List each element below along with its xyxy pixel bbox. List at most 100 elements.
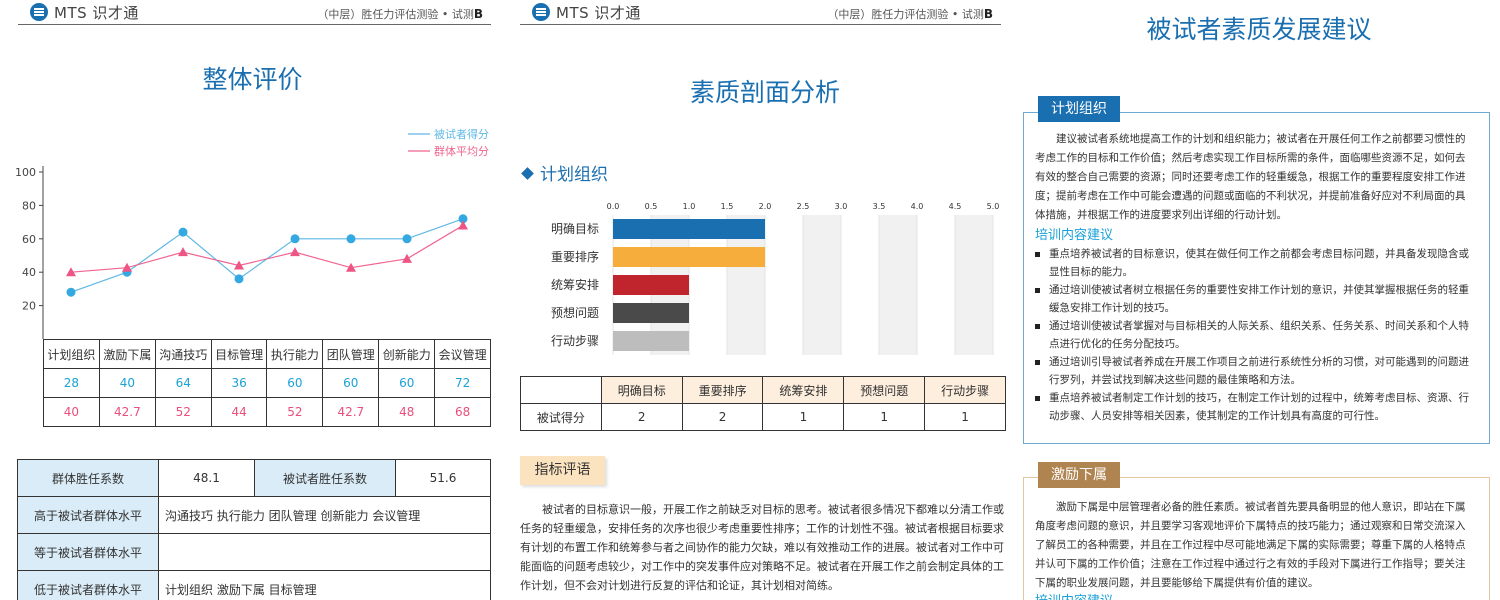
table-cell: 1 xyxy=(762,403,845,431)
category-label: 重要排序 xyxy=(551,249,599,264)
training-list: 重点培养被试者的目标意识，使其在做任何工作之前都会考虑目标问题，并具备发现隐含或… xyxy=(1035,245,1475,425)
group-score-row: 40 42.7 52 44 52 42.7 48 68 xyxy=(43,397,491,427)
series-line-1 xyxy=(70,224,464,273)
evaluation-tag: 指标评语 xyxy=(520,456,605,485)
list-item: 重点培养被试者制定工作计划的技巧，在制定工作计划的过程中，统筹考虑目标、资源、行… xyxy=(1035,389,1475,425)
table-cell: 68 xyxy=(434,397,491,427)
equal-value xyxy=(158,533,491,571)
header-subtitle: （中层）胜任力评估测验 • 试测B xyxy=(317,6,483,22)
data-point xyxy=(66,287,76,297)
training-heading-2: 培训内容建议 xyxy=(1035,590,1113,600)
data-point xyxy=(346,234,356,244)
group-coef-label: 群体胜任系数 xyxy=(17,459,159,497)
bar-chart: 0.0 0.5 1.0 1.5 2.0 2.5 3.0 3.5 4.0 4.5 5.0 明确目标重要排… xyxy=(551,202,999,355)
table-cell: 团队管理 xyxy=(322,339,380,369)
table-header-cell: 明确目标 xyxy=(600,376,683,404)
x-tick-label: 3.0 xyxy=(835,202,848,211)
subject-coef-value: 51.6 xyxy=(395,459,491,497)
data-point xyxy=(290,247,300,257)
table-header-cell: 预想问题 xyxy=(843,376,926,404)
higher-label: 高于被试者群体水平 xyxy=(17,496,159,534)
table-cell: 52 xyxy=(266,397,324,427)
page-overall-evaluation: MTS 识才通 （中层）胜任力评估测验 • 试测B 整体评价 20 40 60 80 1… xyxy=(0,0,505,600)
table-cell: 28 xyxy=(43,368,100,398)
table-cell: 创新能力 xyxy=(378,339,436,369)
grid-band xyxy=(879,215,917,355)
table-cell: 激励下属 xyxy=(98,339,156,369)
section-heading: 计划组织 xyxy=(521,160,608,185)
category-label: 明确目标 xyxy=(551,222,599,236)
x-tick-label: 4.0 xyxy=(911,202,924,211)
subject-score-row: 28 40 64 36 60 60 60 72 xyxy=(43,368,491,398)
table-cell: 64 xyxy=(154,368,212,398)
bar xyxy=(613,303,689,323)
logo-text: MTS 识才通 xyxy=(54,3,139,22)
logo: MTS 识才通 xyxy=(30,2,139,22)
score-header-row: 计划组织 激励下属 沟通技巧 目标管理 执行能力 团队管理 创新能力 会议管理 xyxy=(43,339,491,369)
motivation-tag: 激励下属 xyxy=(1038,462,1120,488)
lower-value: 计划组织 激励下属 目标管理 xyxy=(158,570,491,600)
summary-row-lower: 低于被试者群体水平 计划组织 激励下属 目标管理 xyxy=(17,570,491,600)
series-line-0 xyxy=(70,218,464,293)
summary-row-higher: 高于被试者群体水平 沟通技巧 执行能力 团队管理 创新能力 会议管理 xyxy=(17,496,491,534)
table-cell: 36 xyxy=(210,368,268,398)
row-label: 被试得分 xyxy=(520,403,602,431)
diamond-icon xyxy=(521,167,534,180)
planning-tag: 计划组织 xyxy=(1038,96,1120,122)
logo: MTS 识才通 xyxy=(532,2,641,22)
logo-text: MTS 识才通 xyxy=(556,3,641,22)
summary-row-equal: 等于被试者群体水平 xyxy=(17,533,491,571)
section-heading-text: 计划组织 xyxy=(540,165,608,185)
table-cell: 计划组织 xyxy=(43,339,100,369)
page-title: 整体评价 xyxy=(202,65,303,94)
table-cell: 48 xyxy=(378,397,436,427)
category-label: 预想问题 xyxy=(551,305,599,320)
table-cell: 44 xyxy=(210,397,268,427)
summary-row-coef: 群体胜任系数 48.1 被试者胜任系数 51.6 xyxy=(17,459,491,497)
table-cell: 60 xyxy=(266,368,324,398)
table-header-cell: 重要排序 xyxy=(681,376,764,404)
list-item: 重点培养被试者的目标意识，使其在做任何工作之前都会考虑目标问题，并具备发现隐含或… xyxy=(1035,245,1475,281)
x-tick-label: 2.0 xyxy=(759,202,772,211)
bar xyxy=(613,219,765,239)
table-cell: 会议管理 xyxy=(434,339,491,369)
summary-table: 群体胜任系数 48.1 被试者胜任系数 51.6 高于被试者群体水平 沟通技巧 … xyxy=(17,459,491,600)
y-tick-label: 80 xyxy=(22,199,36,212)
table-cell: 1 xyxy=(924,403,1006,431)
equal-label: 等于被试者群体水平 xyxy=(17,533,159,571)
data-point xyxy=(234,274,244,284)
table-cell: 60 xyxy=(378,368,436,398)
table-header-cell: 统筹安排 xyxy=(762,376,845,404)
page-header: MTS 识才通 （中层）胜任力评估测验 • 试测B xyxy=(520,0,1001,25)
lower-label: 低于被试者群体水平 xyxy=(17,570,159,600)
table-cell: 40 xyxy=(43,397,100,427)
planning-text: 建议被试者系统地提高工作的计划和组织能力；被试者在开展任何工作之前都要习惯性的考… xyxy=(1035,133,1466,221)
table-cell: 52 xyxy=(154,397,212,427)
table-cell: 2 xyxy=(600,403,683,431)
page-profile-analysis: MTS 识才通 （中层）胜任力评估测验 • 试测B 素质剖面分析 计划组织 0.… xyxy=(515,0,1015,600)
subject-coef-label: 被试者胜任系数 xyxy=(254,459,396,497)
y-tick-label: 20 xyxy=(22,300,36,313)
grid-band xyxy=(803,215,841,355)
score-table: 明确目标 重要排序 统筹安排 预想问题 行动步骤 被试得分 2 2 1 1 1 xyxy=(520,376,1006,431)
header-version: B xyxy=(983,7,993,21)
table-cell: 72 xyxy=(434,368,491,398)
x-tick-label: 2.5 xyxy=(797,202,810,211)
bar xyxy=(613,331,689,351)
header-version: B xyxy=(473,7,483,21)
bar xyxy=(613,275,689,295)
y-tick-label: 40 xyxy=(22,266,36,279)
logo-icon xyxy=(30,3,48,21)
list-item: 通过培训使被试者树立根据任务的重要性安排工作计划的意识，并使其掌握根据任务的轻重… xyxy=(1035,281,1475,317)
data-point xyxy=(178,247,188,257)
list-item: 通过培训使被试者掌握对与目标相关的人际关系、组织关系、任务关系、时间关系和个人特… xyxy=(1035,317,1475,353)
y-tick-label: 60 xyxy=(22,233,36,246)
grid-band xyxy=(955,215,993,355)
table-cell: 2 xyxy=(681,403,764,431)
data-point xyxy=(402,234,412,244)
category-label: 统筹安排 xyxy=(551,277,599,292)
page-title: 素质剖面分析 xyxy=(689,78,840,107)
table-cell: 60 xyxy=(322,368,380,398)
page-title: 被试者素质发展建议 xyxy=(1146,15,1372,44)
data-point xyxy=(402,253,412,263)
